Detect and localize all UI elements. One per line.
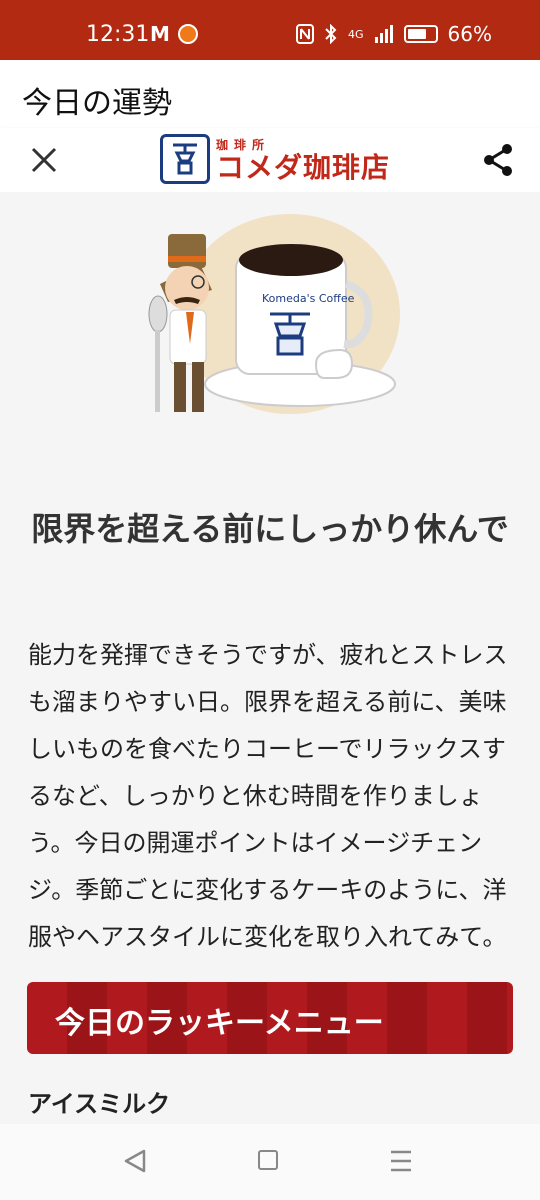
back-icon[interactable] [122, 1148, 148, 1174]
app-notification-icon [177, 24, 198, 44]
close-icon [31, 147, 57, 173]
share-icon [484, 144, 512, 176]
share-button[interactable] [480, 142, 516, 178]
status-bar: 12:31 M 4G 66% [0, 0, 540, 60]
lucky-menu-item: アイスミルク [28, 1090, 171, 1118]
signal-icon [374, 25, 393, 43]
page-title: 今日の運勢 [22, 86, 172, 121]
home-icon[interactable] [258, 1150, 278, 1170]
app-header: 珈琲所 コメダ珈琲店 [0, 128, 540, 192]
lucky-menu-title: 今日のラッキーメニュー [55, 1006, 384, 1041]
brand-logo: 珈琲所 コメダ珈琲店 [160, 134, 390, 184]
fortune-content: Komeda's Coffee 限界を超える前にしっかり休んで 能力を発揮できそ… [0, 192, 540, 1124]
lucky-menu-banner: 今日のラッキーメニュー [27, 982, 513, 1054]
close-button[interactable] [26, 140, 62, 180]
notification-icons: M [150, 22, 198, 46]
fortune-heading: 限界を超える前にしっかり休んで [31, 510, 509, 548]
mug-brand-text: Komeda's Coffee [262, 292, 355, 305]
network-type: 4G [348, 27, 364, 41]
battery-percentage: 66% [447, 22, 492, 46]
fortune-body: 能力を発揮できそうですが、疲れとストレスも溜まりやすい日。限界を超える前に、美味… [28, 641, 508, 951]
mail-icon: M [150, 22, 170, 46]
system-icons: 4G 66% [296, 22, 492, 46]
mascot-coffee-illustration: Komeda's Coffee [148, 214, 400, 414]
nfc-icon [296, 24, 315, 44]
status-time: 12:31 [86, 22, 150, 47]
title-bar: 今日の運勢 [0, 60, 540, 128]
battery-icon [403, 25, 438, 43]
bluetooth-icon [325, 24, 337, 44]
logo-subtext: 珈琲所 [216, 137, 271, 152]
recent-apps-icon[interactable] [390, 1148, 412, 1174]
system-nav-bar [0, 1124, 540, 1200]
logo-text: コメダ珈琲店 [216, 150, 391, 184]
logo-emblem-icon [160, 134, 210, 184]
